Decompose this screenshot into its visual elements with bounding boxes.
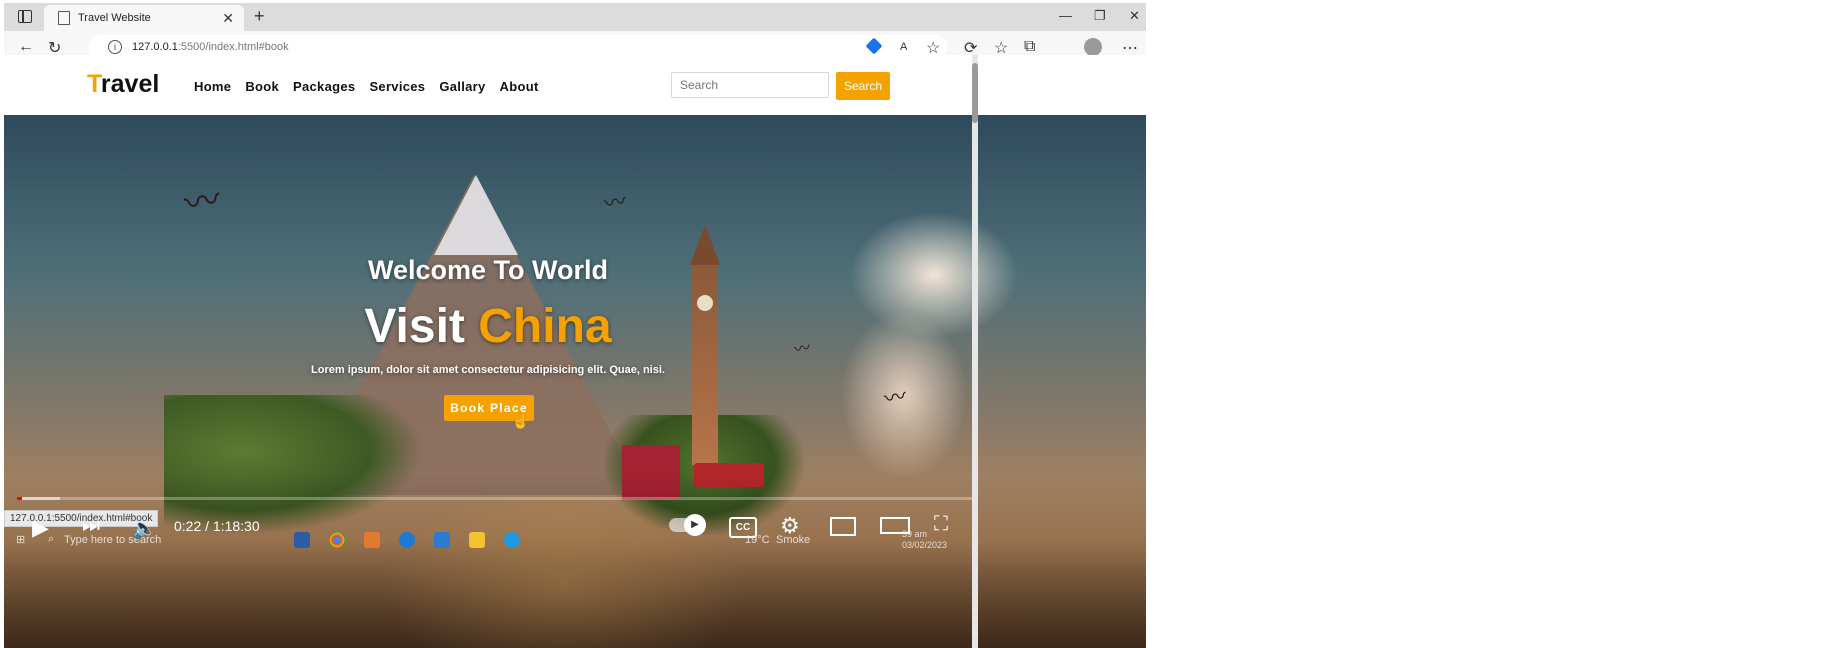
url-path: :5500/index.html#book	[177, 41, 289, 53]
site-search-button[interactable]: Search	[836, 72, 890, 100]
nav-home[interactable]: Home	[194, 79, 231, 94]
profile-avatar[interactable]	[1084, 38, 1102, 56]
browser-window: Travel Website ✕ + — ❐ ✕ ← ↻ i 127.0.0.1…	[4, 3, 1146, 648]
url-host: 127.0.0.1	[132, 41, 178, 53]
hero-description: Lorem ipsum, dolor sit amet consectetur …	[311, 364, 665, 376]
page-icon	[58, 11, 70, 25]
site-info-icon[interactable]: i	[108, 40, 122, 54]
captions-button[interactable]: CC	[729, 517, 757, 538]
settings-gear-icon[interactable]: ⚙	[780, 513, 800, 539]
bird-icon: 〰	[181, 178, 224, 225]
chrome-app-icon	[329, 532, 345, 548]
browser-tab[interactable]: Travel Website ✕	[44, 5, 244, 31]
mail-app-icon	[294, 532, 310, 548]
restore-icon[interactable]: ❐	[1094, 8, 1106, 24]
snow-peak-illustration	[434, 175, 518, 255]
video-buffer	[17, 497, 60, 500]
minimize-icon[interactable]: —	[1059, 8, 1072, 23]
hero-destination: China	[478, 300, 612, 353]
tab-strip: Travel Website ✕ + — ❐ ✕	[4, 3, 1146, 31]
collections-icon[interactable]: ⧉	[1024, 38, 1035, 56]
video-progress-bar[interactable]	[17, 497, 972, 500]
nav-about[interactable]: About	[500, 79, 539, 94]
page-scrollbar[interactable]	[972, 55, 978, 648]
close-tab-icon[interactable]: ✕	[222, 10, 234, 27]
miniplayer-icon[interactable]	[830, 517, 856, 536]
tab-actions-icon[interactable]	[18, 10, 32, 23]
close-window-icon[interactable]: ✕	[1129, 8, 1140, 24]
next-icon[interactable]: ⏭	[82, 515, 100, 538]
hero-headline: Visit China	[4, 299, 972, 354]
read-aloud-icon[interactable]: A	[900, 41, 907, 53]
volume-icon[interactable]: 🔈	[132, 516, 157, 541]
vscode-app-icon	[434, 532, 450, 548]
logo-rest: ravel	[100, 70, 160, 98]
play-icon[interactable]: ▶	[32, 515, 49, 541]
fullscreen-icon[interactable]: ⛶	[934, 513, 948, 536]
edge-beta-app-icon	[504, 532, 520, 548]
tab-title: Travel Website	[78, 12, 151, 24]
site-menu: Home Book Packages Services Gallary Abou…	[194, 79, 539, 94]
nav-packages[interactable]: Packages	[293, 79, 355, 94]
app-icon	[364, 532, 380, 548]
bird-icon: 〰	[882, 383, 909, 412]
logo-first-letter: T	[87, 70, 101, 98]
taskbar-date: 03/02/2023	[902, 540, 948, 550]
autoplay-toggle[interactable]	[669, 514, 706, 536]
windows-start-icon: ⊞	[16, 534, 26, 546]
site-logo[interactable]: Travel	[87, 70, 159, 99]
hero-welcome: Welcome To World	[367, 255, 609, 285]
site-search-input[interactable]	[671, 72, 829, 98]
scrollbar-thumb[interactable]	[972, 63, 978, 123]
nav-book[interactable]: Book	[245, 79, 279, 94]
back-icon[interactable]: ←	[18, 38, 34, 56]
video-played	[17, 497, 22, 500]
new-tab-icon[interactable]: +	[254, 6, 265, 27]
hand-cursor-icon: ☝	[512, 413, 530, 429]
video-time: 0:22 / 1:18:30	[174, 518, 260, 534]
hero-visit: Visit	[364, 300, 465, 353]
nav-gallary[interactable]: Gallary	[439, 79, 485, 94]
file-explorer-icon	[469, 532, 485, 548]
edge-app-icon	[399, 532, 415, 548]
theater-mode-icon[interactable]	[880, 517, 910, 534]
nav-services[interactable]: Services	[369, 79, 425, 94]
